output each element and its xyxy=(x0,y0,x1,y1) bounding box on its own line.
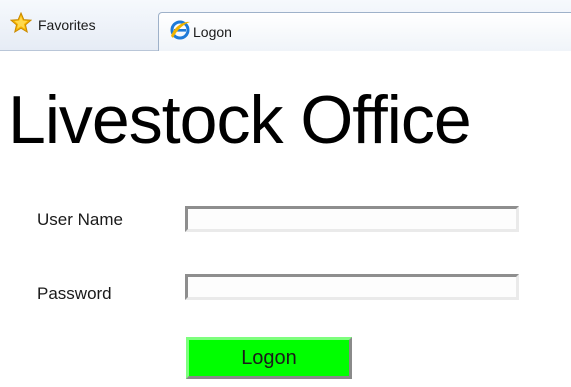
password-input[interactable] xyxy=(185,274,519,300)
browser-toolbar: Favorites Logon xyxy=(0,0,571,66)
tab-logon[interactable]: Logon xyxy=(158,12,571,51)
star-icon xyxy=(9,11,33,39)
logon-button[interactable]: Logon xyxy=(186,337,352,379)
username-label: User Name xyxy=(37,210,123,229)
tab-label: Logon xyxy=(193,24,232,40)
page-title: Livestock Office xyxy=(8,82,472,158)
favorites-button[interactable]: Favorites xyxy=(2,10,104,40)
favorites-label: Favorites xyxy=(38,17,96,33)
username-input[interactable] xyxy=(185,206,519,232)
password-label: Password xyxy=(37,284,112,303)
internet-explorer-icon xyxy=(169,19,191,46)
